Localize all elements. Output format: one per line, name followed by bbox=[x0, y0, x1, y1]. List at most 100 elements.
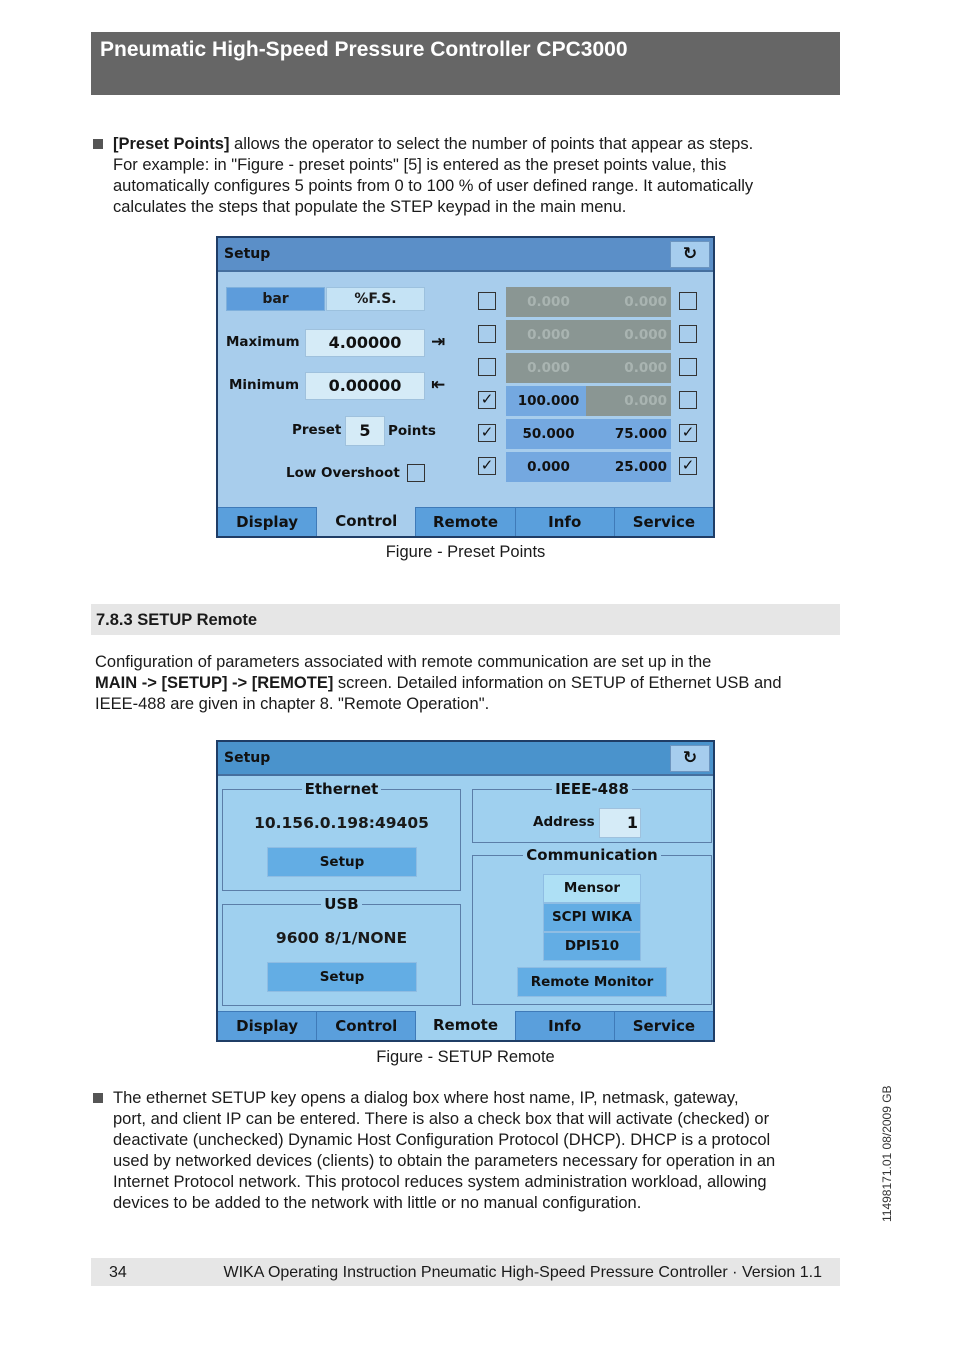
ethernet-line: devices to be added to the network with … bbox=[113, 1194, 642, 1212]
tab-display[interactable]: Display bbox=[218, 507, 318, 536]
remote-line: IEEE-488 are given in chapter 8. "Remote… bbox=[95, 695, 490, 713]
ethernet-group: Ethernet 10.156.0.198:49405 Setup bbox=[222, 780, 461, 891]
ethernet-line: Internet Protocol network. This protocol… bbox=[113, 1173, 767, 1191]
tab-display[interactable]: Display bbox=[218, 1011, 318, 1040]
right-step-checkbox[interactable] bbox=[679, 292, 697, 310]
tab-remote[interactable]: Remote bbox=[416, 1011, 516, 1040]
ethernet-label-wrap: Ethernet bbox=[223, 779, 460, 798]
preset-points-screen: Setup ↻ bar %F.S. Maximum 4.00000 ⇥ Mini… bbox=[216, 236, 715, 538]
refresh-icon[interactable]: ↻ bbox=[670, 745, 710, 772]
address-field[interactable]: 1 bbox=[599, 808, 641, 838]
minimum-label: Minimum bbox=[229, 377, 300, 393]
tab-control[interactable]: Control bbox=[317, 1011, 417, 1040]
preset-label: Preset bbox=[292, 422, 342, 438]
ethernet-address: 10.156.0.198:49405 bbox=[254, 814, 429, 832]
left-step-checkbox[interactable]: ✓ bbox=[478, 391, 496, 409]
address-label: Address bbox=[533, 814, 595, 830]
screen-titlebar: Setup ↻ bbox=[218, 238, 713, 272]
intro-paragraph: [Preset Points] allows the operator to s… bbox=[113, 134, 833, 218]
tab-bar: Display Control Remote Info Service bbox=[218, 507, 714, 536]
left-step-value[interactable]: 50.000 bbox=[506, 419, 591, 449]
remote-line: screen. Detailed information on SETUP of… bbox=[333, 674, 782, 692]
left-step-value[interactable]: 0.000 bbox=[506, 353, 591, 383]
usb-settings: 9600 8/1/NONE bbox=[275, 929, 408, 947]
communication-group: Communication Mensor SCPI WIKA DPI510 Re… bbox=[472, 846, 712, 1005]
protocol-scpi-wika-option[interactable]: SCPI WIKA bbox=[543, 903, 641, 932]
right-step-value[interactable]: 0.000 bbox=[586, 353, 671, 383]
intro-line: For example: in "Figure - preset points"… bbox=[113, 156, 727, 174]
unit-bar-button[interactable]: bar bbox=[226, 287, 325, 311]
refresh-icon[interactable]: ↻ bbox=[670, 241, 710, 268]
right-step-checkbox[interactable] bbox=[679, 391, 697, 409]
right-step-checkbox[interactable] bbox=[679, 325, 697, 343]
ethernet-line: The ethernet SETUP key opens a dialog bo… bbox=[113, 1089, 739, 1107]
left-step-checkbox[interactable] bbox=[478, 358, 496, 376]
usb-setup-button[interactable]: Setup bbox=[267, 962, 417, 992]
document-code: 11498171.01 08/2009 GB bbox=[880, 1085, 894, 1222]
right-step-value[interactable]: 0.000 bbox=[586, 287, 671, 317]
page-footer: 34 WIKA Operating Instruction Pneumatic … bbox=[91, 1258, 840, 1286]
intro-line: allows the operator to select the number… bbox=[229, 135, 754, 153]
usb-label-wrap: USB bbox=[223, 894, 460, 913]
right-step-value[interactable]: 0.000 bbox=[586, 320, 671, 350]
communication-label: Communication bbox=[523, 846, 661, 864]
minimum-field[interactable]: 0.00000 bbox=[305, 372, 425, 400]
tab-control[interactable]: Control bbox=[317, 507, 417, 536]
left-step-checkbox[interactable]: ✓ bbox=[478, 457, 496, 475]
right-step-checkbox[interactable]: ✓ bbox=[679, 424, 697, 442]
left-step-value[interactable]: 0.000 bbox=[506, 452, 591, 482]
page-number: 34 bbox=[109, 1264, 127, 1281]
ieee-label-wrap: IEEE-488 bbox=[473, 779, 711, 798]
section-title: 7.8.3 SETUP Remote bbox=[96, 611, 258, 629]
remote-line: Configuration of parameters associated w… bbox=[95, 653, 712, 671]
right-step-value[interactable]: 0.000 bbox=[586, 386, 671, 416]
preset-points-field[interactable]: 5 bbox=[345, 416, 385, 446]
page-header: Pneumatic High-Speed Pressure Controller… bbox=[91, 32, 840, 95]
left-step-checkbox[interactable]: ✓ bbox=[478, 424, 496, 442]
figure-caption: Figure - Preset Points bbox=[385, 543, 546, 561]
left-step-checkbox[interactable] bbox=[478, 325, 496, 343]
unit-fs-button[interactable]: %F.S. bbox=[326, 287, 425, 311]
tab-service[interactable]: Service bbox=[614, 507, 714, 536]
remote-monitor-button[interactable]: Remote Monitor bbox=[517, 967, 667, 997]
bullet-icon bbox=[93, 1093, 103, 1103]
ethernet-line: deactivate (unchecked) Dynamic Host Conf… bbox=[113, 1131, 771, 1149]
protocol-dpi510-option[interactable]: DPI510 bbox=[543, 932, 641, 961]
points-label: Points bbox=[388, 423, 436, 439]
ieee-label: IEEE-488 bbox=[552, 780, 632, 798]
left-step-value[interactable]: 100.000 bbox=[506, 386, 591, 416]
section-heading: 7.8.3 SETUP Remote bbox=[91, 604, 840, 635]
left-step-value[interactable]: 0.000 bbox=[506, 320, 591, 350]
right-step-checkbox[interactable] bbox=[679, 358, 697, 376]
tab-service[interactable]: Service bbox=[614, 1011, 714, 1040]
intro-line: calculates the steps that populate the S… bbox=[113, 198, 627, 216]
low-overshoot-checkbox[interactable] bbox=[407, 464, 425, 482]
tab-bar: Display Control Remote Info Service bbox=[218, 1011, 714, 1040]
ieee-group: IEEE-488 Address 1 bbox=[472, 780, 712, 843]
intro-bold: [Preset Points] bbox=[113, 135, 230, 153]
ethernet-setup-button[interactable]: Setup bbox=[267, 847, 417, 877]
arrow-to-max-icon[interactable]: ⇥ bbox=[431, 332, 445, 352]
maximum-label: Maximum bbox=[226, 334, 300, 350]
screen-title: Setup bbox=[224, 246, 271, 262]
tab-info[interactable]: Info bbox=[515, 1011, 615, 1040]
tab-remote[interactable]: Remote bbox=[416, 507, 516, 536]
ethernet-label: Ethernet bbox=[301, 780, 382, 798]
tab-info[interactable]: Info bbox=[515, 507, 615, 536]
ethernet-line: used by networked devices (clients) to o… bbox=[113, 1152, 776, 1170]
left-step-checkbox[interactable] bbox=[478, 292, 496, 310]
usb-label: USB bbox=[321, 895, 362, 913]
maximum-field[interactable]: 4.00000 bbox=[305, 329, 425, 357]
remote-paragraph: Configuration of parameters associated w… bbox=[95, 652, 840, 715]
figure-caption: Figure - SETUP Remote bbox=[376, 1048, 555, 1066]
right-step-value[interactable]: 25.000 bbox=[586, 452, 671, 482]
arrow-to-min-icon[interactable]: ⇤ bbox=[431, 375, 445, 395]
ethernet-line: port, and client IP can be entered. Ther… bbox=[113, 1110, 770, 1128]
right-step-value[interactable]: 75.000 bbox=[586, 419, 671, 449]
low-overshoot-label: Low Overshoot bbox=[286, 465, 400, 481]
header-title: Pneumatic High-Speed Pressure Controller… bbox=[100, 38, 628, 61]
protocol-mensor-option[interactable]: Mensor bbox=[543, 874, 641, 903]
right-step-checkbox[interactable]: ✓ bbox=[679, 457, 697, 475]
left-step-value[interactable]: 0.000 bbox=[506, 287, 591, 317]
bullet-icon bbox=[93, 139, 103, 149]
